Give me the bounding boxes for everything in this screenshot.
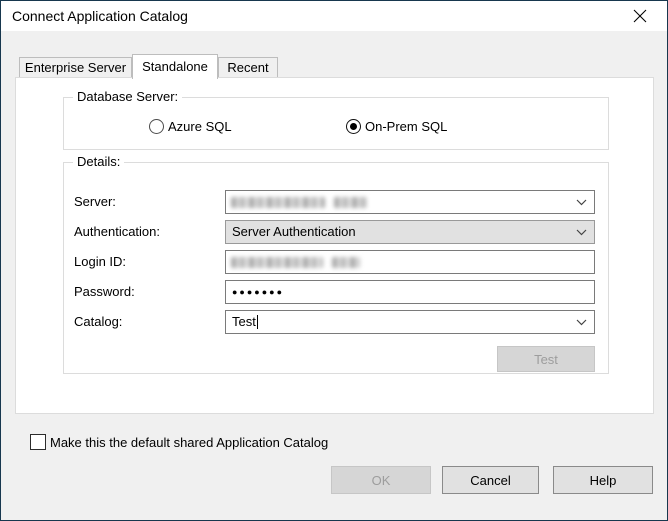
login-id-input[interactable] (225, 250, 595, 274)
help-button[interactable]: Help (553, 466, 653, 494)
password-masked-value: ●●●●●●● (232, 281, 284, 303)
database-server-group: Database Server: Azure SQL On-Prem SQL (63, 97, 609, 150)
chevron-down-icon (576, 229, 587, 236)
authentication-selected-value: Server Authentication (232, 221, 356, 243)
tab-enterprise-server[interactable]: Enterprise Server (19, 57, 132, 77)
server-combobox[interactable] (225, 190, 595, 214)
chevron-down-icon (576, 199, 587, 206)
login-id-redacted-value (231, 257, 360, 268)
cancel-button[interactable]: Cancel (442, 466, 539, 494)
radio-on-prem-sql[interactable]: On-Prem SQL (346, 118, 447, 134)
connect-application-catalog-dialog: Connect Application Catalog Enterprise S… (0, 0, 668, 521)
default-catalog-checkbox-row[interactable]: Make this the default shared Application… (30, 434, 328, 450)
close-button[interactable] (621, 1, 659, 31)
radio-unselected-icon (149, 119, 164, 134)
default-catalog-checkbox-label: Make this the default shared Application… (50, 435, 328, 450)
radio-selected-icon (346, 119, 361, 134)
catalog-combobox[interactable]: Test (225, 310, 595, 334)
catalog-value-wrap: Test (232, 311, 258, 333)
login-id-label: Login ID: (74, 250, 126, 274)
radio-azure-sql-label: Azure SQL (168, 119, 232, 134)
tab-recent[interactable]: Recent (218, 57, 278, 77)
text-cursor (257, 315, 258, 329)
password-input[interactable]: ●●●●●●● (225, 280, 595, 304)
password-label: Password: (74, 280, 135, 304)
catalog-value: Test (232, 314, 256, 329)
database-server-group-label: Database Server: (73, 89, 182, 104)
server-redacted-value (231, 197, 367, 208)
window-title: Connect Application Catalog (12, 8, 188, 24)
radio-on-prem-sql-label: On-Prem SQL (365, 119, 447, 134)
chevron-down-icon (576, 319, 587, 326)
titlebar: Connect Application Catalog (1, 1, 667, 31)
close-icon (633, 9, 647, 23)
details-group-label: Details: (73, 154, 124, 169)
server-label: Server: (74, 190, 116, 214)
ok-button[interactable]: OK (331, 466, 431, 494)
standalone-tab-page: Database Server: Azure SQL On-Prem SQL D… (15, 77, 654, 414)
details-group: Details: Server: Authentication: Server … (63, 162, 609, 374)
catalog-label: Catalog: (74, 310, 122, 334)
checkbox-unchecked-icon[interactable] (30, 434, 46, 450)
tab-standalone[interactable]: Standalone (132, 54, 218, 79)
authentication-label: Authentication: (74, 220, 160, 244)
test-button[interactable]: Test (497, 346, 595, 372)
authentication-dropdown[interactable]: Server Authentication (225, 220, 595, 244)
radio-azure-sql[interactable]: Azure SQL (149, 118, 232, 134)
